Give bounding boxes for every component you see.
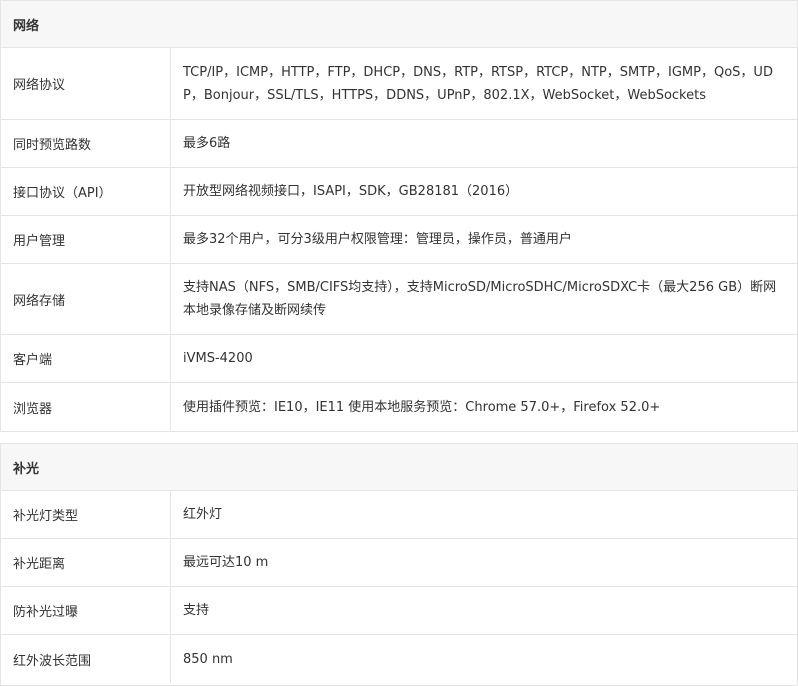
row-label: 红外波长范围 (1, 635, 171, 683)
table-row: 浏览器 使用插件预览：IE10，IE11 使用本地服务预览：Chrome 57.… (1, 383, 797, 431)
table-row: 客户端 iVMS-4200 (1, 335, 797, 383)
row-value: 最多6路 (183, 136, 231, 151)
row-value: 最多32个用户，可分3级用户权限管理：管理员，操作员，普通用户 (183, 232, 572, 247)
table-row: 补光距离 最远可达10 m (1, 539, 797, 587)
row-value: 红外灯 (183, 507, 223, 522)
table-row: 红外波长范围 850 nm (1, 635, 797, 683)
table-row: 补光灯类型 红外灯 (1, 491, 797, 539)
table-row: 同时预览路数 最多6路 (1, 120, 797, 168)
row-value: iVMS-4200 (183, 351, 253, 366)
row-value: 开放型网络视频接口，ISAPI，SDK，GB28181（2016） (183, 184, 519, 199)
table-row: 防补光过曝 支持 (1, 587, 797, 635)
row-label: 接口协议（API） (1, 168, 171, 215)
table-row: 用户管理 最多32个用户，可分3级用户权限管理：管理员，操作员，普通用户 (1, 216, 797, 264)
table-row: 网络存储 支持NAS（NFS，SMB/CIFS均支持），支持MicroSD/Mi… (1, 264, 797, 335)
spec-section-network: 网络 网络协议 TCP/IP，ICMP，HTTP，FTP，DHCP，DNS，RT… (0, 0, 798, 432)
row-label: 补光灯类型 (1, 491, 171, 538)
row-label: 同时预览路数 (1, 120, 171, 167)
row-value: 最远可达10 m (183, 555, 269, 570)
section-title: 网络 (1, 1, 797, 48)
row-value: 850 nm (183, 651, 233, 667)
row-label: 补光距离 (1, 539, 171, 586)
spec-section-illumination: 补光 补光灯类型 红外灯 补光距离 最远可达10 m 防补光过曝 支持 红外波长… (0, 443, 798, 686)
row-value: 使用插件预览：IE10，IE11 使用本地服务预览：Chrome 57.0+，F… (183, 399, 661, 415)
row-label: 浏览器 (1, 383, 171, 431)
row-label: 用户管理 (1, 216, 171, 263)
table-row: 网络协议 TCP/IP，ICMP，HTTP，FTP，DHCP，DNS，RTP，R… (1, 48, 797, 120)
row-label: 网络存储 (1, 264, 171, 334)
table-row: 接口协议（API） 开放型网络视频接口，ISAPI，SDK，GB28181（20… (1, 168, 797, 216)
row-value: TCP/IP，ICMP，HTTP，FTP，DHCP，DNS，RTP，RTSP，R… (183, 64, 773, 103)
section-title: 补光 (1, 444, 797, 491)
row-value: 支持 (183, 603, 210, 618)
row-label: 客户端 (1, 335, 171, 382)
row-value: 支持NAS（NFS，SMB/CIFS均支持），支持MicroSD/MicroSD… (183, 280, 777, 318)
row-label: 网络协议 (1, 48, 171, 119)
row-label: 防补光过曝 (1, 587, 171, 634)
